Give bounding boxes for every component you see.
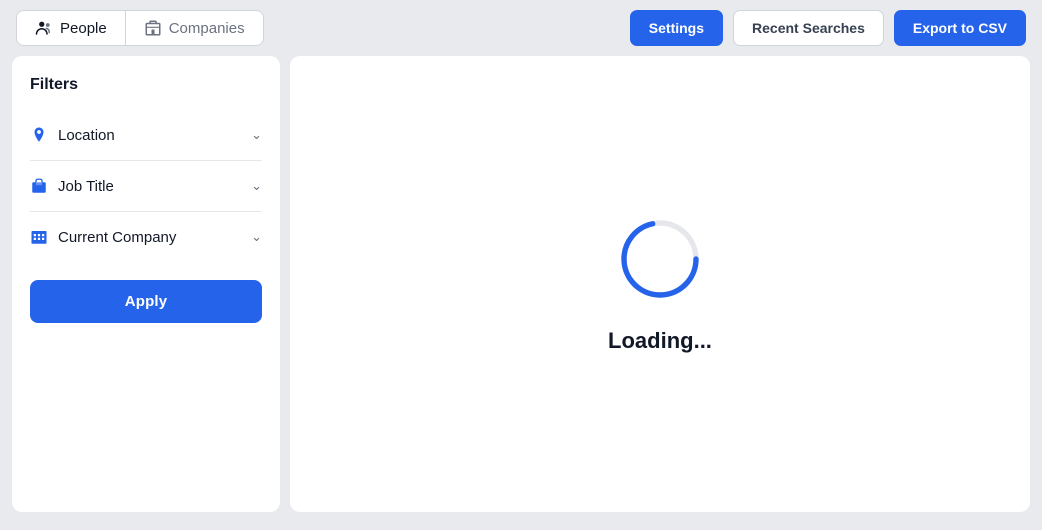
filter-location[interactable]: Location ⌄ (30, 110, 262, 161)
company-icon (30, 228, 48, 246)
tab-people[interactable]: People (17, 11, 125, 45)
tab-companies[interactable]: Companies (126, 11, 263, 45)
tab-people-label: People (60, 20, 107, 37)
apply-button[interactable]: Apply (30, 280, 262, 323)
spinner-container: Loading... (608, 214, 712, 354)
location-chevron-icon: ⌄ (251, 127, 262, 143)
tab-companies-label: Companies (169, 20, 245, 37)
people-icon (35, 19, 53, 37)
content-area: Loading... (290, 56, 1030, 512)
job-title-icon (30, 177, 48, 195)
loading-spinner (615, 214, 705, 304)
filter-current-company-label: Current Company (58, 229, 241, 246)
main-layout: Filters Location ⌄ Job Title ⌄ (0, 56, 1042, 524)
filter-job-title[interactable]: Job Title ⌄ (30, 161, 262, 212)
filter-job-title-label: Job Title (58, 178, 241, 195)
company-chevron-icon: ⌄ (251, 229, 262, 245)
location-icon (30, 126, 48, 144)
job-title-chevron-icon: ⌄ (251, 178, 262, 194)
recent-searches-button[interactable]: Recent Searches (733, 10, 884, 46)
loading-text: Loading... (608, 328, 712, 354)
filter-current-company[interactable]: Current Company ⌄ (30, 212, 262, 262)
export-csv-button[interactable]: Export to CSV (894, 10, 1026, 46)
filter-location-label: Location (58, 127, 241, 144)
sidebar: Filters Location ⌄ Job Title ⌄ (12, 56, 280, 512)
settings-button[interactable]: Settings (630, 10, 723, 46)
top-nav: People Companies Settings Recent Searche… (0, 0, 1042, 56)
companies-icon (144, 19, 162, 37)
filters-title: Filters (30, 76, 262, 94)
nav-right: Settings Recent Searches Export to CSV (630, 10, 1026, 46)
tab-group: People Companies (16, 10, 264, 46)
